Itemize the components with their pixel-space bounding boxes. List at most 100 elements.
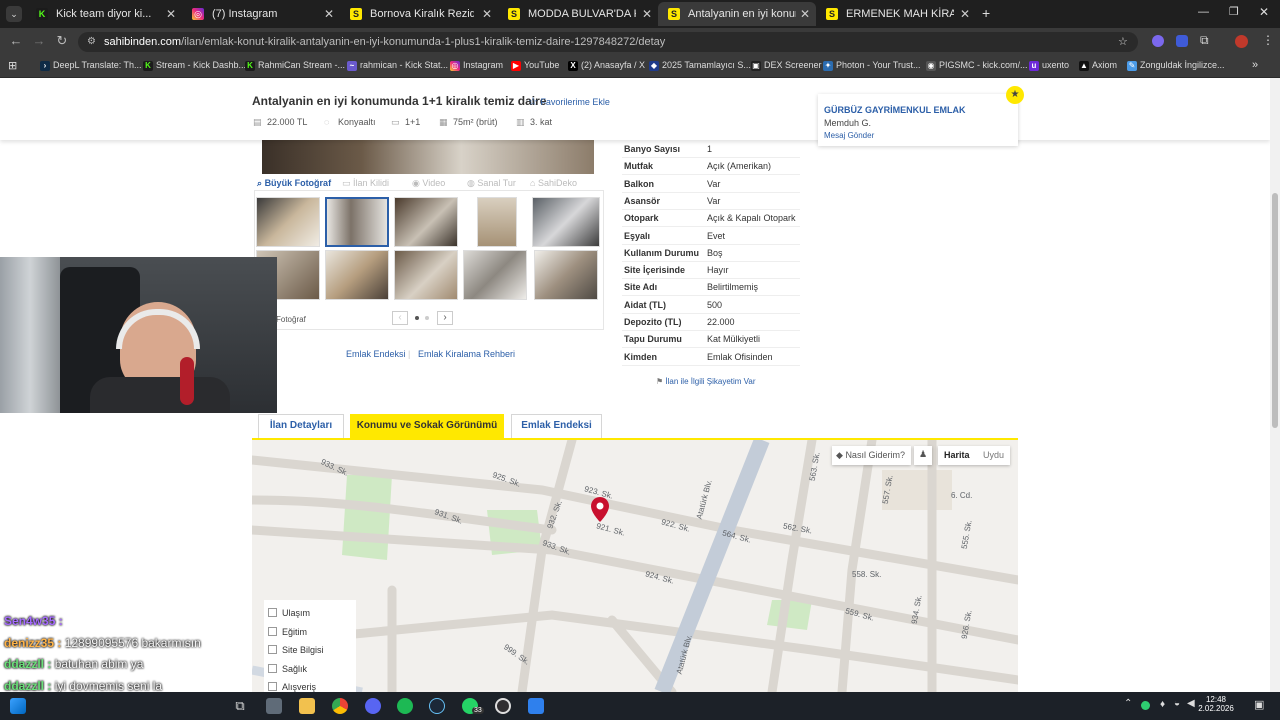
tab-modda[interactable]: S MODDA BULVAR'DA KİRALIK 2+ ✕ <box>498 2 658 26</box>
extension-icon[interactable] <box>1176 35 1188 47</box>
bookmark-item[interactable]: ▶ YouTube <box>511 60 559 71</box>
location-map[interactable]: 933. Sk. 923. Sk. 922. Sk. 921. Sk. 932. Sk.… <box>252 440 1018 692</box>
photo-thumbnail[interactable] <box>477 197 517 247</box>
sahideko-button[interactable]: ⌂ SahiDeko <box>530 178 577 188</box>
bookmark-item[interactable]: ✎ Zonguldak İngilizce... <box>1127 60 1225 71</box>
photo-thumbnail[interactable] <box>532 197 600 247</box>
satellite-view-button[interactable]: Uydu <box>983 450 1004 460</box>
photo-thumbnail[interactable] <box>534 250 598 300</box>
obs-icon[interactable] <box>495 698 511 714</box>
restore-button[interactable]: ❐ <box>1229 5 1239 18</box>
prev-page-button[interactable]: ‹ <box>392 311 408 325</box>
profile-avatar[interactable] <box>1235 35 1248 48</box>
checkbox-icon[interactable] <box>268 663 277 673</box>
chrome-icon[interactable] <box>332 698 348 714</box>
window-close-button[interactable]: ✕ <box>1259 5 1269 19</box>
menu-icon[interactable]: ⋮ <box>1262 33 1274 47</box>
steam-icon[interactable] <box>429 698 445 714</box>
close-icon[interactable]: ✕ <box>960 2 970 26</box>
bookmark-item[interactable]: ◉ PIGSMC - kick.com/... <box>926 60 1028 71</box>
pager-dot[interactable] <box>415 316 419 320</box>
checkbox-icon[interactable] <box>268 645 277 654</box>
site-info-icon[interactable]: ⚙ <box>87 32 96 52</box>
volume-icon[interactable]: ◀ <box>1187 698 1195 709</box>
favorite-link[interactable]: ☆ Favorilerime Ekle <box>528 95 610 108</box>
agent-name[interactable]: GÜRBÜZ GAYRİMENKUL EMLAK <box>824 105 966 115</box>
next-page-button[interactable]: › <box>437 311 453 325</box>
video-button[interactable]: ◉ Video <box>412 178 445 189</box>
reload-icon[interactable]: ↻ <box>54 33 70 49</box>
forward-icon[interactable]: → <box>31 33 47 48</box>
map-canvas[interactable] <box>252 440 1018 692</box>
puzzle-icon[interactable]: ⧉ <box>1200 33 1209 48</box>
tab-list-button[interactable]: ⌄ <box>6 6 22 22</box>
photo-thumbnail[interactable] <box>325 197 389 247</box>
photo-thumbnail[interactable] <box>256 197 320 247</box>
checkbox-icon[interactable] <box>268 682 277 691</box>
extension-icon[interactable] <box>1152 35 1164 47</box>
windows-start-icon[interactable] <box>10 698 26 714</box>
scrollbar-thumb[interactable] <box>1272 193 1278 428</box>
tab-bornova[interactable]: S Bornova Kiralık Rezidans Fiyatla ✕ <box>340 2 498 26</box>
tab-kick[interactable]: K Kick team diyor ki... ✕ <box>26 2 182 26</box>
virtual-tour-button[interactable]: ◍ Sanal Tur <box>467 178 516 189</box>
photo-thumbnail[interactable] <box>394 197 458 247</box>
checkbox-icon[interactable] <box>268 608 277 617</box>
tray-status-icon[interactable] <box>1141 701 1150 710</box>
rental-guide-link[interactable]: Emlak Kiralama Rehberi <box>418 349 515 359</box>
bookmark-item[interactable]: ◆ 2025 Tamamlayıcı S... <box>649 60 751 71</box>
folder-icon[interactable] <box>299 698 315 714</box>
tab-location-street-view[interactable]: Konumu ve Sokak Görünümü <box>350 414 504 438</box>
directions-button[interactable]: ◆ Nasıl Giderim? <box>832 446 911 465</box>
bookmark-item[interactable]: K RahmiCan Stream -... <box>245 60 345 71</box>
new-tab-button[interactable]: + <box>982 5 990 21</box>
map-layer-checkbox[interactable]: Sağlık <box>268 663 307 674</box>
street-view-button[interactable]: ♟ <box>914 446 932 465</box>
bookmark-star-icon[interactable]: ☆ <box>1118 32 1128 52</box>
address-bar[interactable]: ⚙ sahibinden.com/ilan/emlak-konut-kirali… <box>78 32 1138 52</box>
bookmark-item[interactable]: ~ rahmican - Kick Stat... <box>347 60 448 71</box>
location-pin-icon[interactable] <box>590 496 610 524</box>
notification-icon[interactable]: ▣ <box>1254 698 1264 711</box>
photo-thumbnail[interactable] <box>394 250 458 300</box>
send-message-link[interactable]: Mesaj Gönder <box>824 131 874 140</box>
map-layer-checkbox[interactable]: Eğitim <box>268 626 307 637</box>
map-layer-checkbox[interactable]: Site Bilgisi <box>268 645 324 655</box>
apps-icon[interactable]: ⊞ <box>8 59 17 72</box>
checkbox-icon[interactable] <box>268 626 277 636</box>
tray-chevron-icon[interactable]: ⌃ <box>1124 698 1132 709</box>
listing-lock-button[interactable]: ▭ İlan Kilidi <box>342 178 389 189</box>
more-bookmarks-icon[interactable]: » <box>1252 59 1258 71</box>
bookmark-item[interactable]: ✦ Photon - Your Trust... <box>823 60 921 71</box>
discord-icon[interactable] <box>365 698 381 714</box>
tab-ermenek[interactable]: S ERMENEK MAH KİRALIK DAİRE ✕ <box>816 2 976 26</box>
tab-listing-details[interactable]: İlan Detayları <box>258 414 344 438</box>
explorer-icon[interactable] <box>266 698 282 714</box>
bookmark-item[interactable]: ▣ DEX Screener <box>751 60 822 71</box>
emlak-endeksi-link[interactable]: Emlak Endeksi <box>346 349 406 359</box>
bookmark-item[interactable]: ▲ Axiom <box>1079 60 1117 71</box>
close-icon[interactable]: ✕ <box>482 2 492 26</box>
photo-thumbnail[interactable] <box>325 250 389 300</box>
bookmark-item[interactable]: K Stream - Kick Dashb... <box>143 60 246 71</box>
tab-emlak-endeksi[interactable]: Emlak Endeksi <box>511 414 602 438</box>
close-icon[interactable]: ✕ <box>166 2 176 26</box>
wifi-icon[interactable]: ◒ <box>1174 698 1180 709</box>
bookmark-item[interactable]: X (2) Anasayfa / X <box>568 60 645 71</box>
main-photo[interactable] <box>262 140 594 174</box>
system-clock[interactable]: 12:48 2.02.2026 <box>1198 695 1234 713</box>
tray-app-icon[interactable]: ♦ <box>1160 699 1165 710</box>
complaint-link[interactable]: ⚑ İlan ile İlgili Şikayetim Var <box>656 377 756 386</box>
bookmark-item[interactable]: › DeepL Translate: Th... <box>40 60 142 71</box>
map-layer-checkbox[interactable]: Ulaşım <box>268 608 310 618</box>
app-icon[interactable] <box>528 698 544 714</box>
big-photo-button[interactable]: ⌕ Büyük Fotoğraf <box>257 178 331 189</box>
pager-dot[interactable] <box>425 316 429 320</box>
photo-thumbnail[interactable] <box>463 250 527 300</box>
bookmark-item[interactable]: u uxento <box>1029 60 1069 71</box>
spotify-icon[interactable] <box>397 698 413 714</box>
minimize-button[interactable]: — <box>1198 6 1209 18</box>
task-view-icon[interactable]: ⧉ <box>232 698 248 714</box>
tab-antalya[interactable]: S Antalyanin en iyi konumunda 1 ✕ <box>658 2 816 26</box>
tab-instagram[interactable]: ◎ (7) Instagram ✕ <box>182 2 340 26</box>
